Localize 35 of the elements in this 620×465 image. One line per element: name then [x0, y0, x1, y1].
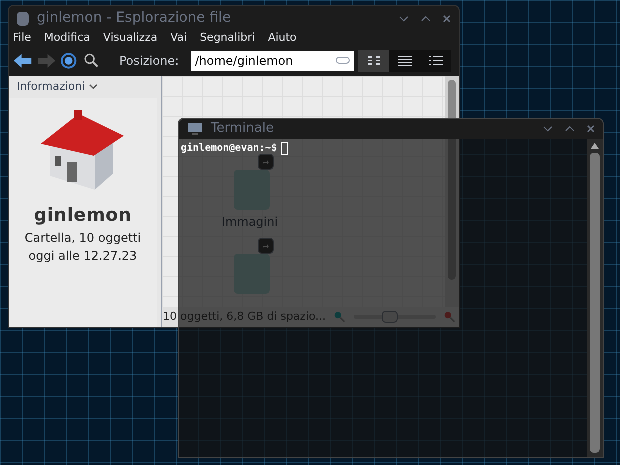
menu-item[interactable]: Vai	[170, 30, 188, 46]
menu-item[interactable]: Visualizza	[103, 30, 158, 46]
folder-name: ginlemon	[34, 204, 132, 228]
maximize-icon[interactable]	[421, 16, 431, 22]
window-title: Terminale	[211, 120, 275, 138]
maximize-icon[interactable]	[565, 126, 575, 132]
minimize-icon[interactable]	[399, 16, 409, 22]
folder-type: Cartella, 10 oggetti	[24, 230, 142, 247]
location-label: Posizione:	[119, 52, 180, 70]
menu-item[interactable]: Aiuto	[268, 30, 297, 46]
modified-date: oggi alle 12.27.23	[28, 248, 138, 265]
close-icon[interactable]	[443, 14, 451, 22]
terminal-prompt: ginlemon@evan:~$	[181, 142, 278, 156]
location-field[interactable]: /home/ginlemon	[191, 50, 354, 70]
text-cursor	[281, 142, 288, 155]
menu-item[interactable]: Modifica	[44, 30, 90, 46]
reload-icon[interactable]	[60, 52, 78, 70]
menu-item[interactable]: File	[13, 30, 32, 46]
view-mode-button[interactable]	[358, 50, 390, 72]
close-icon[interactable]	[587, 125, 595, 133]
menu-item[interactable]: Segnalibri	[200, 30, 256, 46]
panel-title[interactable]: Informazioni	[17, 78, 86, 96]
search-icon[interactable]	[82, 52, 100, 70]
detail-view-icon	[428, 54, 443, 66]
window-title: ginlemon - Esplorazione file	[37, 9, 232, 28]
icon-view-icon	[366, 54, 381, 66]
clear-icon[interactable]	[336, 57, 350, 64]
scroll-up-icon[interactable]	[591, 143, 599, 149]
scrollbar[interactable]	[587, 139, 603, 457]
back-arrow-icon[interactable]	[13, 52, 33, 68]
chevron-down-icon[interactable]	[89, 84, 98, 90]
monitor-icon	[187, 123, 203, 135]
minimize-icon[interactable]	[543, 126, 553, 132]
list-view-icon	[398, 54, 412, 66]
app-icon	[17, 12, 29, 26]
